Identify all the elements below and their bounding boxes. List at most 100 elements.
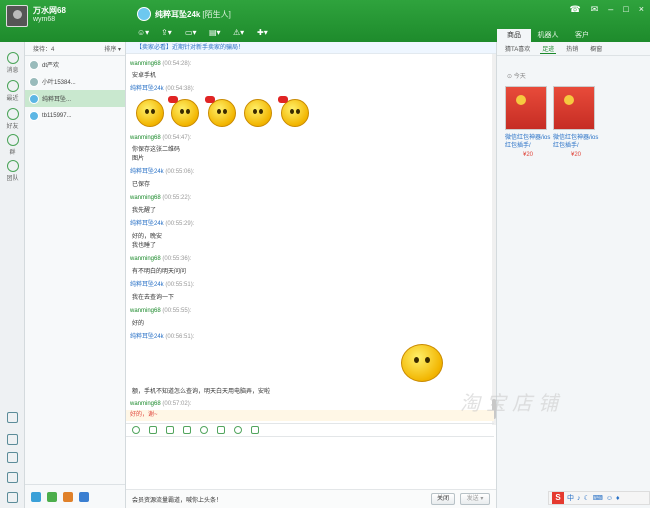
contact-name: 小叶15384... [42, 80, 76, 86]
sogou-icon[interactable]: S [552, 492, 564, 504]
emoji-face-icon [278, 96, 309, 127]
bow-icon [168, 96, 178, 103]
team-icon [6, 160, 19, 172]
keyboard-icon[interactable]: ⌨ [593, 494, 603, 502]
sender: 纯粹耳坠24k [130, 334, 164, 340]
message-header: 纯粹耳坠24k (00:56:51): [130, 333, 194, 342]
timestamp: (00:55:29): [165, 221, 195, 227]
file-icon[interactable]: ▤▾ [209, 27, 227, 38]
timestamp: (00:54:38): [165, 86, 195, 92]
tab-recommend[interactable]: 猜TA喜欢 [503, 44, 532, 53]
product-image[interactable] [553, 86, 595, 130]
nav-label: 最近 [6, 96, 19, 102]
nav-friends[interactable]: 好友 [0, 108, 25, 130]
timestamp: (00:55:06): [165, 169, 195, 175]
bow-icon [278, 96, 288, 103]
tab-footprint[interactable]: 足迹 [540, 44, 557, 54]
smiley-icon[interactable]: ☺ [606, 495, 613, 502]
more-icon[interactable]: ✚▾ [257, 27, 275, 38]
contact-item[interactable]: dt严欢 [25, 56, 125, 73]
apps-icon[interactable] [7, 412, 18, 423]
send-button[interactable]: 发送 ▾ [460, 493, 490, 505]
today-text: 今天 [513, 74, 526, 80]
skin-icon[interactable]: ♦ [616, 495, 620, 502]
minimize-button[interactable]: – [608, 4, 613, 15]
contact-item[interactable]: 小叶15384... [25, 73, 125, 90]
nav-team[interactable]: 团队 [0, 160, 25, 182]
sender: wanming68 [130, 308, 161, 314]
tab-hot[interactable]: 热销 [564, 44, 580, 53]
chart-icon[interactable] [47, 491, 57, 502]
heart-icon[interactable] [234, 426, 242, 434]
sort-button[interactable]: 排序 ▾ [104, 44, 121, 53]
promo-tip[interactable]: 会员资源流量霸道，喊你上头条！ [132, 495, 222, 504]
sound-icon[interactable]: ♪ [577, 495, 581, 502]
right-panel-tabs: 猜TA喜欢 足迹 热销 橱窗 [497, 42, 650, 56]
moon-icon[interactable]: ☾ [584, 494, 590, 502]
shop-icon[interactable] [31, 491, 41, 502]
today-label: ⊙ 今天 [507, 74, 526, 80]
chat-contact-icon [137, 7, 151, 21]
alert-icon[interactable]: ⚠▾ [233, 27, 251, 38]
emoji-face-icon [205, 96, 236, 127]
sender: wanming68 [130, 401, 161, 407]
app-icon[interactable] [79, 491, 89, 502]
close-window-button[interactable]: × [639, 4, 644, 15]
photo-icon[interactable] [251, 426, 259, 434]
nav-recent[interactable]: 最近 [0, 80, 25, 102]
message-header: 纯粹耳坠24k (00:55:29): [130, 220, 194, 229]
contact-item[interactable]: tb115997... [25, 107, 125, 124]
mobile-icon[interactable] [7, 434, 18, 445]
smile-icon[interactable]: ☺▾ [137, 27, 155, 38]
contacts-icon[interactable] [7, 452, 18, 463]
tab-customer[interactable]: 客户 [565, 29, 599, 42]
message-list: wanming68 (00:54:28): 安卓手机 纯粹耳坠24k (00:5… [126, 54, 494, 425]
nav-messages[interactable]: 消息 [0, 52, 25, 74]
contact-avatar-icon [29, 59, 39, 70]
store-icon[interactable] [63, 491, 73, 502]
notice-banner[interactable]: 【卖家必看】近期针对新手卖家的骗局！ [126, 42, 496, 54]
message-header: wanming68 (00:55:22): [130, 194, 191, 203]
timestamp: (00:57:02): [162, 401, 192, 407]
message-icon [6, 52, 19, 64]
contact-list: 接待：4 排序 ▾ dt严欢 小叶15384... 纯粹耳坠... tb1159… [25, 42, 126, 508]
quick-phrase-icon[interactable] [200, 426, 208, 434]
emoji-icon[interactable] [132, 426, 140, 434]
tab-robot[interactable]: 机器人 [531, 29, 565, 42]
share-icon[interactable]: ⇪▾ [161, 27, 179, 38]
maximize-button[interactable]: □ [623, 4, 628, 15]
scissors-icon[interactable] [183, 426, 191, 434]
message-header: 纯粹耳坠24k (00:55:51): [130, 281, 194, 290]
chinese-mode-icon[interactable]: 中 [567, 493, 574, 503]
menu-icon[interactable] [7, 492, 18, 503]
image-icon[interactable] [166, 426, 174, 434]
message-line: 好的 [132, 321, 145, 327]
product-name[interactable]: 微信红包神器/ios红包插手/ [505, 134, 551, 150]
text-format-icon[interactable] [149, 426, 157, 434]
contact-list-header: 接待：4 排序 ▾ [25, 42, 125, 56]
printer-icon[interactable] [7, 472, 18, 483]
nav-groups[interactable]: 群 [0, 134, 25, 156]
video-icon[interactable]: ▭▾ [185, 27, 203, 38]
phone-icon[interactable]: ☎ [570, 4, 581, 15]
message-input[interactable] [126, 437, 494, 489]
message-scrollbar[interactable] [492, 54, 496, 425]
user-id: wym68 [33, 16, 56, 23]
product-name[interactable]: 微信红包神器/ios红包插手/ [553, 134, 599, 150]
message-line: 图片 [132, 156, 145, 162]
message-line: 我先醒了 [132, 208, 157, 214]
contact-item-selected[interactable]: 纯粹耳坠... [25, 90, 125, 107]
mail-icon[interactable]: ✉ [591, 4, 599, 15]
coupon-icon[interactable] [217, 426, 225, 434]
message-header: wanming68 (00:54:28): [130, 60, 191, 69]
group-icon [6, 134, 19, 146]
quick-reply-bar[interactable]: 好的，谢~ [126, 410, 494, 421]
product-image[interactable] [505, 86, 547, 130]
close-button[interactable]: 关闭 [431, 493, 455, 505]
user-avatar[interactable] [6, 5, 28, 27]
product-card[interactable]: 微信红包神器/ios红包插手/ ¥20 [505, 86, 551, 158]
tab-goods[interactable]: 商品 [497, 29, 531, 42]
product-card[interactable]: 微信红包神器/ios红包插手/ ¥20 [553, 86, 599, 158]
tab-showcase[interactable]: 橱窗 [588, 44, 604, 53]
chat-title-tag: [陌生人] [202, 10, 231, 19]
